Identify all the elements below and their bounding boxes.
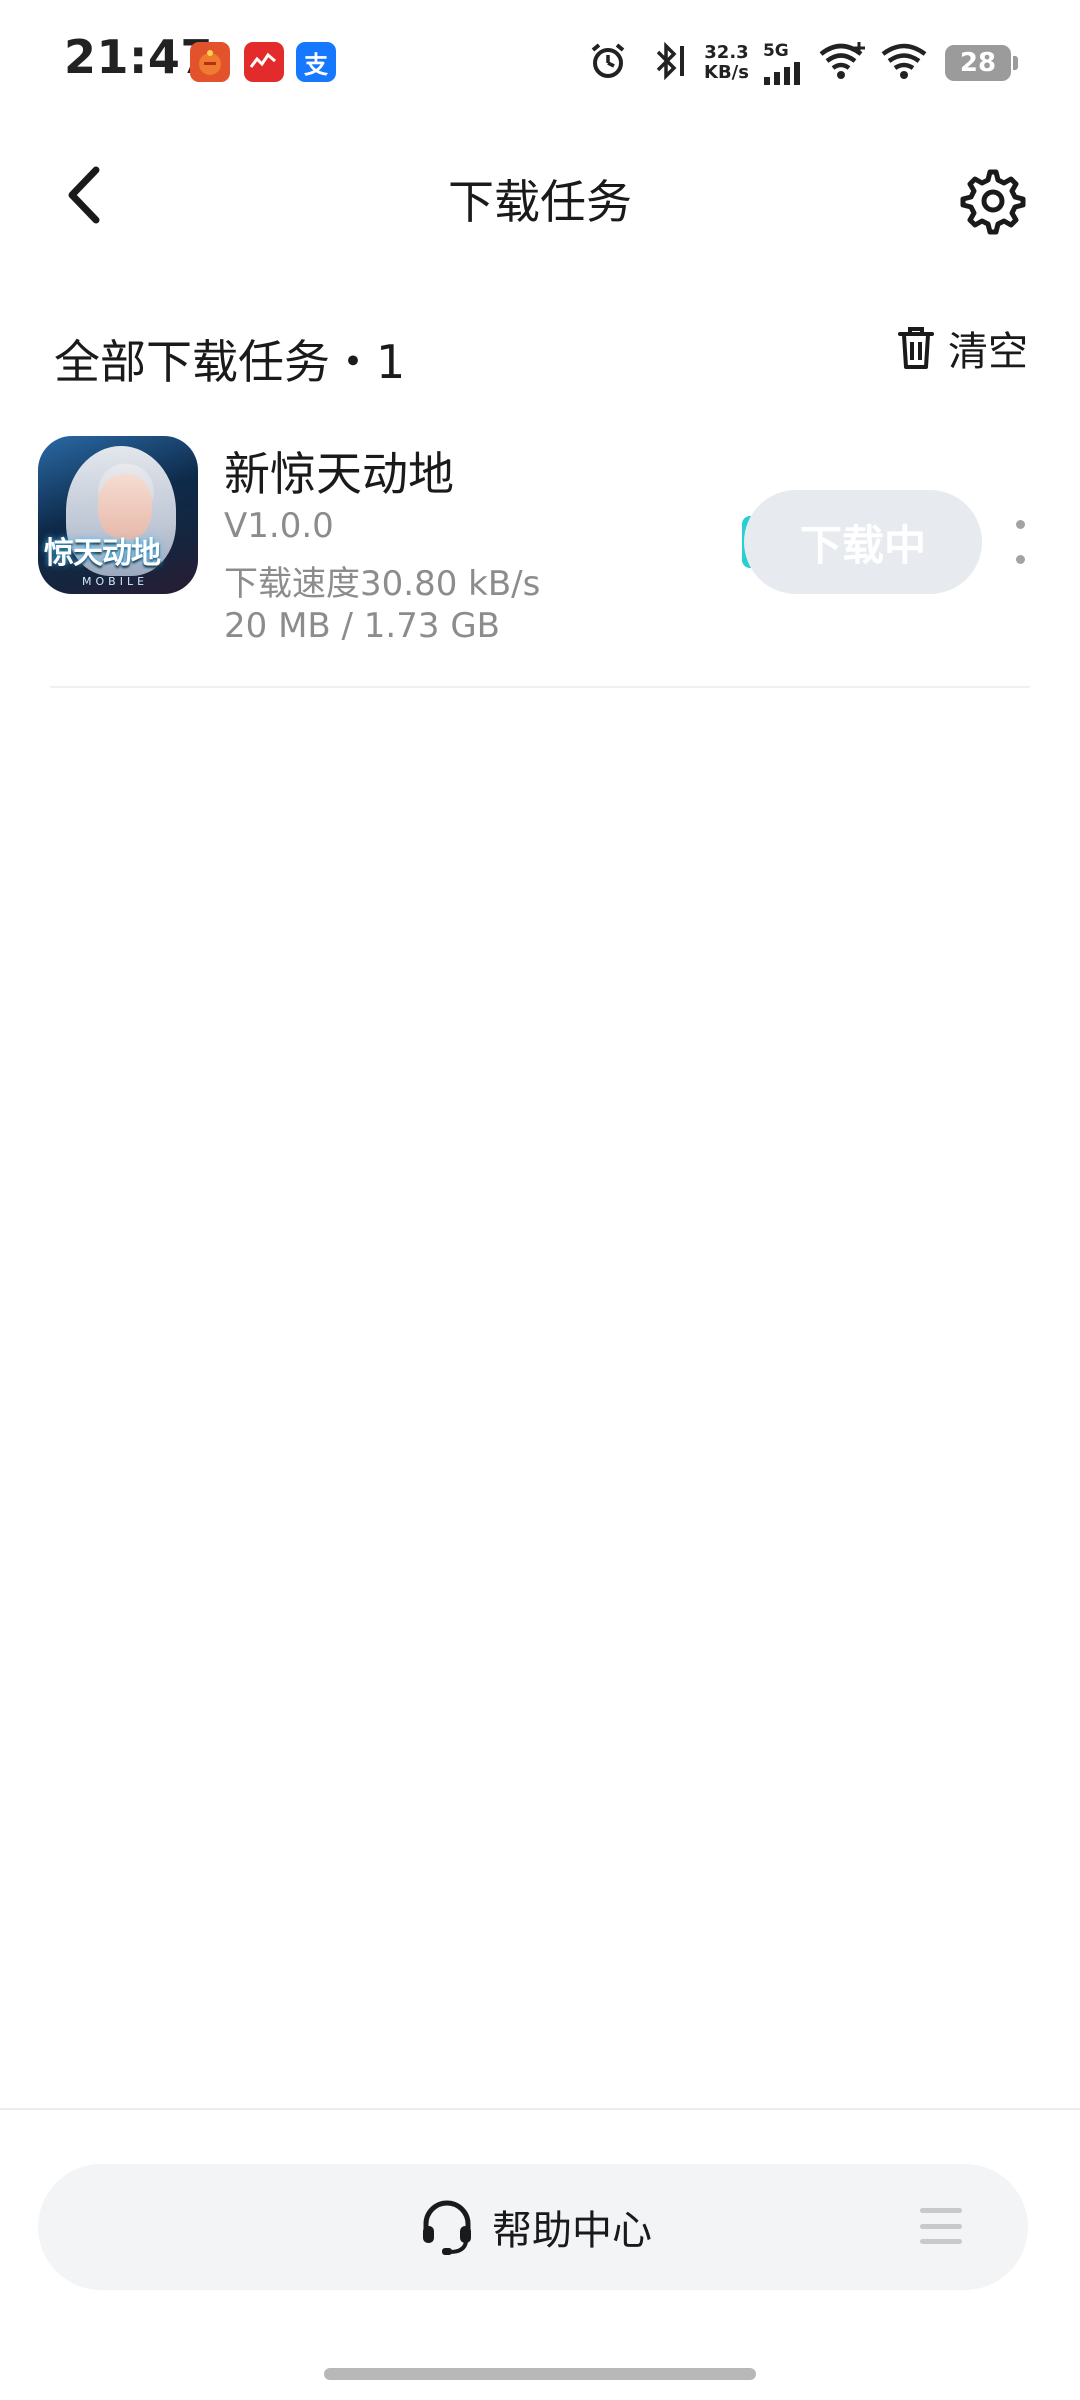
net-speed-unit: KB/s [704,62,749,83]
help-center-bar[interactable]: 帮助中心 [38,2164,1028,2290]
cellular-signal-icon [763,62,800,85]
page-title: 下载任务 [448,175,632,229]
download-speed: 下载速度30.80 kB/s [224,564,541,604]
app-name: 新惊天动地 [224,447,454,501]
headset-icon [423,2200,471,2255]
alipay-notification-icon: 支 [296,42,336,82]
app-icon[interactable]: 惊天动地 MOBILE [38,436,198,594]
section-title: 全部下载任务・1 [54,335,406,389]
network-type: 5G [762,41,789,61]
menu-icon[interactable] [920,2208,962,2244]
alarm-icon [588,41,628,85]
news-app-notification-icon [244,42,284,82]
item-divider [50,686,1030,688]
gear-icon [960,169,1026,235]
help-center-button[interactable]: 帮助中心 [418,2164,652,2290]
app-icon-sub-text: MOBILE [82,575,149,588]
trash-icon [898,327,934,369]
bottom-divider [0,2108,1080,2110]
app-icon-logo-text: 惊天动地 [44,536,161,571]
bluetooth-icon [648,40,688,86]
download-progress-text: 20 MB / 1.73 GB [224,606,500,646]
game-app-notification-icon [190,42,230,82]
app-version: V1.0.0 [224,506,334,546]
more-dot-icon [1015,555,1025,564]
more-dot-icon [1015,520,1025,529]
clear-label: 清空 [948,329,1028,375]
home-indicator[interactable] [324,2368,756,2380]
battery-icon: 28 [944,45,1018,81]
net-speed-value: 32.3 [704,42,749,63]
clear-all-button[interactable]: 清空 [896,318,1028,378]
wifi-icon [879,40,929,86]
downloading-button[interactable]: 下载中 [744,490,982,594]
help-center-label: 帮助中心 [492,2208,652,2254]
wifi-plus-icon [817,40,867,86]
status-icons: 32.3 KB/s 5G 28 [588,38,1018,88]
settings-button[interactable] [958,166,1028,236]
more-options-button[interactable] [1008,520,1032,564]
